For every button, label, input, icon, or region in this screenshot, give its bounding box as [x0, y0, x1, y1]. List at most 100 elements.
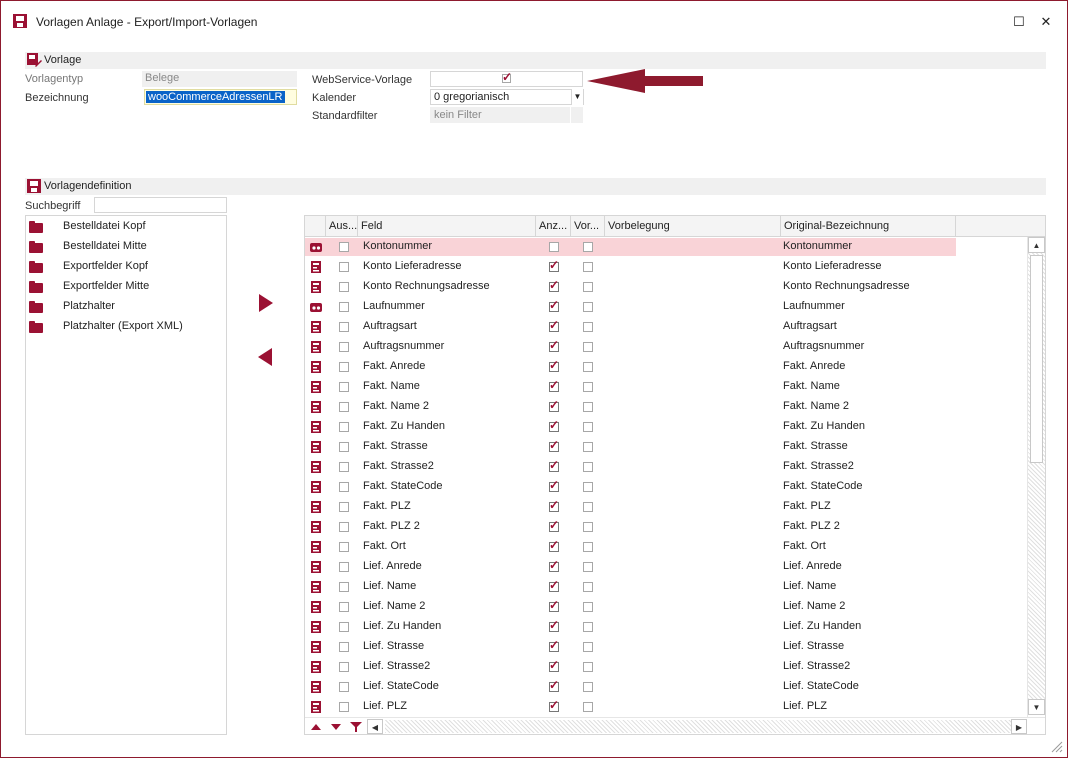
scroll-up-icon[interactable]: ▲: [1028, 237, 1045, 253]
webservice-checkbox[interactable]: ✓: [502, 71, 512, 83]
vor-checkbox[interactable]: [583, 662, 593, 672]
table-row[interactable]: Fakt. Zu Handen ✓ Fakt. Zu Handen: [305, 417, 1027, 437]
table-row[interactable]: Laufnummer ✓ Laufnummer: [305, 297, 1027, 317]
anz-checkbox[interactable]: ✓: [549, 679, 559, 692]
scroll-left-icon[interactable]: ◀: [367, 719, 383, 734]
aus-checkbox[interactable]: [339, 462, 349, 472]
table-row[interactable]: Konto Rechnungsadresse ✓ Konto Rechnungsad…: [305, 277, 1027, 297]
column-header-original-bezeichnung[interactable]: Original-Bezeichnung: [781, 216, 956, 237]
folder-item-exportfelder-mitte[interactable]: Exportfelder Mitte: [26, 277, 226, 297]
bezeichnung-input[interactable]: wooCommerceAdressenLR: [144, 89, 297, 105]
vor-checkbox[interactable]: [583, 622, 593, 632]
folder-item-platzhalter-export-xml[interactable]: Platzhalter (Export XML): [26, 317, 226, 337]
vor-checkbox[interactable]: [583, 682, 593, 692]
vor-checkbox[interactable]: [583, 482, 593, 492]
vor-checkbox[interactable]: [583, 422, 593, 432]
table-row[interactable]: Fakt. Ort ✓ Fakt. Ort: [305, 537, 1027, 557]
table-row[interactable]: Fakt. Strasse2 ✓ Fakt. Strasse2: [305, 457, 1027, 477]
vor-checkbox[interactable]: [583, 402, 593, 412]
aus-checkbox[interactable]: [339, 642, 349, 652]
scroll-right-icon[interactable]: ▶: [1011, 719, 1027, 734]
aus-checkbox[interactable]: [339, 482, 349, 492]
aus-checkbox[interactable]: [339, 422, 349, 432]
filter-icon[interactable]: [350, 721, 362, 733]
table-row[interactable]: Lief. Name 2 ✓ Lief. Name 2: [305, 597, 1027, 617]
resize-grip-icon[interactable]: [1049, 739, 1063, 753]
table-row[interactable]: Kontonummer Kontonummer: [305, 237, 1027, 257]
table-row[interactable]: Fakt. Anrede ✓ Fakt. Anrede: [305, 357, 1027, 377]
move-up-icon[interactable]: [310, 721, 322, 733]
anz-checkbox[interactable]: ✓: [549, 319, 559, 332]
vor-checkbox[interactable]: [583, 462, 593, 472]
table-row[interactable]: Konto Lieferadresse ✓ Konto Lieferadresse: [305, 257, 1027, 277]
column-header-vor[interactable]: Vor...: [571, 216, 605, 237]
anz-checkbox[interactable]: ✓: [549, 479, 559, 492]
aus-checkbox[interactable]: [339, 682, 349, 692]
table-row[interactable]: Lief. PLZ ✓ Lief. PLZ: [305, 697, 1027, 717]
anz-checkbox[interactable]: ✓: [549, 559, 559, 572]
column-header-anz[interactable]: Anz...: [536, 216, 571, 237]
vertical-scrollbar[interactable]: ▲ ▼: [1027, 237, 1045, 717]
vor-checkbox[interactable]: [583, 542, 593, 552]
table-row[interactable]: Fakt. Strasse ✓ Fakt. Strasse: [305, 437, 1027, 457]
table-row[interactable]: Lief. Anrede ✓ Lief. Anrede: [305, 557, 1027, 577]
aus-checkbox[interactable]: [339, 562, 349, 572]
vor-checkbox[interactable]: [583, 702, 593, 712]
vor-checkbox[interactable]: [583, 362, 593, 372]
table-row[interactable]: Lief. Zu Handen ✓ Lief. Zu Handen: [305, 617, 1027, 637]
folder-item-exportfelder-kopf[interactable]: Exportfelder Kopf: [26, 257, 226, 277]
table-row[interactable]: Fakt. Name 2 ✓ Fakt. Name 2: [305, 397, 1027, 417]
anz-checkbox[interactable]: ✓: [549, 599, 559, 612]
maximize-button[interactable]: ☐: [1007, 11, 1031, 33]
close-button[interactable]: ✕: [1034, 11, 1058, 33]
vor-checkbox[interactable]: [583, 302, 593, 312]
aus-checkbox[interactable]: [339, 502, 349, 512]
table-row[interactable]: Fakt. PLZ 2 ✓ Fakt. PLZ 2: [305, 517, 1027, 537]
anz-checkbox[interactable]: [549, 242, 559, 252]
anz-checkbox[interactable]: ✓: [549, 299, 559, 312]
anz-checkbox[interactable]: ✓: [549, 379, 559, 392]
anz-checkbox[interactable]: ✓: [549, 579, 559, 592]
anz-checkbox[interactable]: ✓: [549, 639, 559, 652]
horizontal-scrollbar-track[interactable]: [385, 720, 1025, 733]
move-right-arrow-icon[interactable]: [257, 292, 275, 314]
table-row[interactable]: Fakt. StateCode ✓ Fakt. StateCode: [305, 477, 1027, 497]
table-row[interactable]: Fakt. Name ✓ Fakt. Name: [305, 377, 1027, 397]
column-header-aus[interactable]: Aus...: [326, 216, 358, 237]
vor-checkbox[interactable]: [583, 382, 593, 392]
vor-checkbox[interactable]: [583, 642, 593, 652]
table-row[interactable]: Fakt. PLZ ✓ Fakt. PLZ: [305, 497, 1027, 517]
vor-checkbox[interactable]: [583, 262, 593, 272]
aus-checkbox[interactable]: [339, 522, 349, 532]
anz-checkbox[interactable]: ✓: [549, 459, 559, 472]
table-row[interactable]: Lief. Name ✓ Lief. Name: [305, 577, 1027, 597]
chevron-down-icon[interactable]: ▼: [571, 89, 583, 105]
aus-checkbox[interactable]: [339, 662, 349, 672]
vor-checkbox[interactable]: [583, 342, 593, 352]
anz-checkbox[interactable]: ✓: [549, 499, 559, 512]
folder-item-platzhalter[interactable]: Platzhalter: [26, 297, 226, 317]
folder-item-bestelldatei-mitte[interactable]: Bestelldatei Mitte: [26, 237, 226, 257]
folder-item-bestelldatei-kopf[interactable]: Bestelldatei Kopf: [26, 217, 226, 237]
vor-checkbox[interactable]: [583, 242, 593, 252]
vor-checkbox[interactable]: [583, 522, 593, 532]
aus-checkbox[interactable]: [339, 342, 349, 352]
aus-checkbox[interactable]: [339, 402, 349, 412]
column-header-vorbelegung[interactable]: Vorbelegung: [605, 216, 781, 237]
table-row[interactable]: Lief. Strasse ✓ Lief. Strasse: [305, 637, 1027, 657]
vor-checkbox[interactable]: [583, 442, 593, 452]
aus-checkbox[interactable]: [339, 262, 349, 272]
aus-checkbox[interactable]: [339, 242, 349, 252]
move-left-arrow-icon[interactable]: [256, 346, 274, 368]
anz-checkbox[interactable]: ✓: [549, 339, 559, 352]
suchbegriff-input[interactable]: [94, 197, 227, 213]
table-row[interactable]: Lief. StateCode ✓ Lief. StateCode: [305, 677, 1027, 697]
table-row[interactable]: Lief. Strasse2 ✓ Lief. Strasse2: [305, 657, 1027, 677]
aus-checkbox[interactable]: [339, 582, 349, 592]
vor-checkbox[interactable]: [583, 562, 593, 572]
aus-checkbox[interactable]: [339, 282, 349, 292]
anz-checkbox[interactable]: ✓: [549, 659, 559, 672]
column-header-feld[interactable]: Feld: [358, 216, 536, 237]
aus-checkbox[interactable]: [339, 702, 349, 712]
anz-checkbox[interactable]: ✓: [549, 619, 559, 632]
